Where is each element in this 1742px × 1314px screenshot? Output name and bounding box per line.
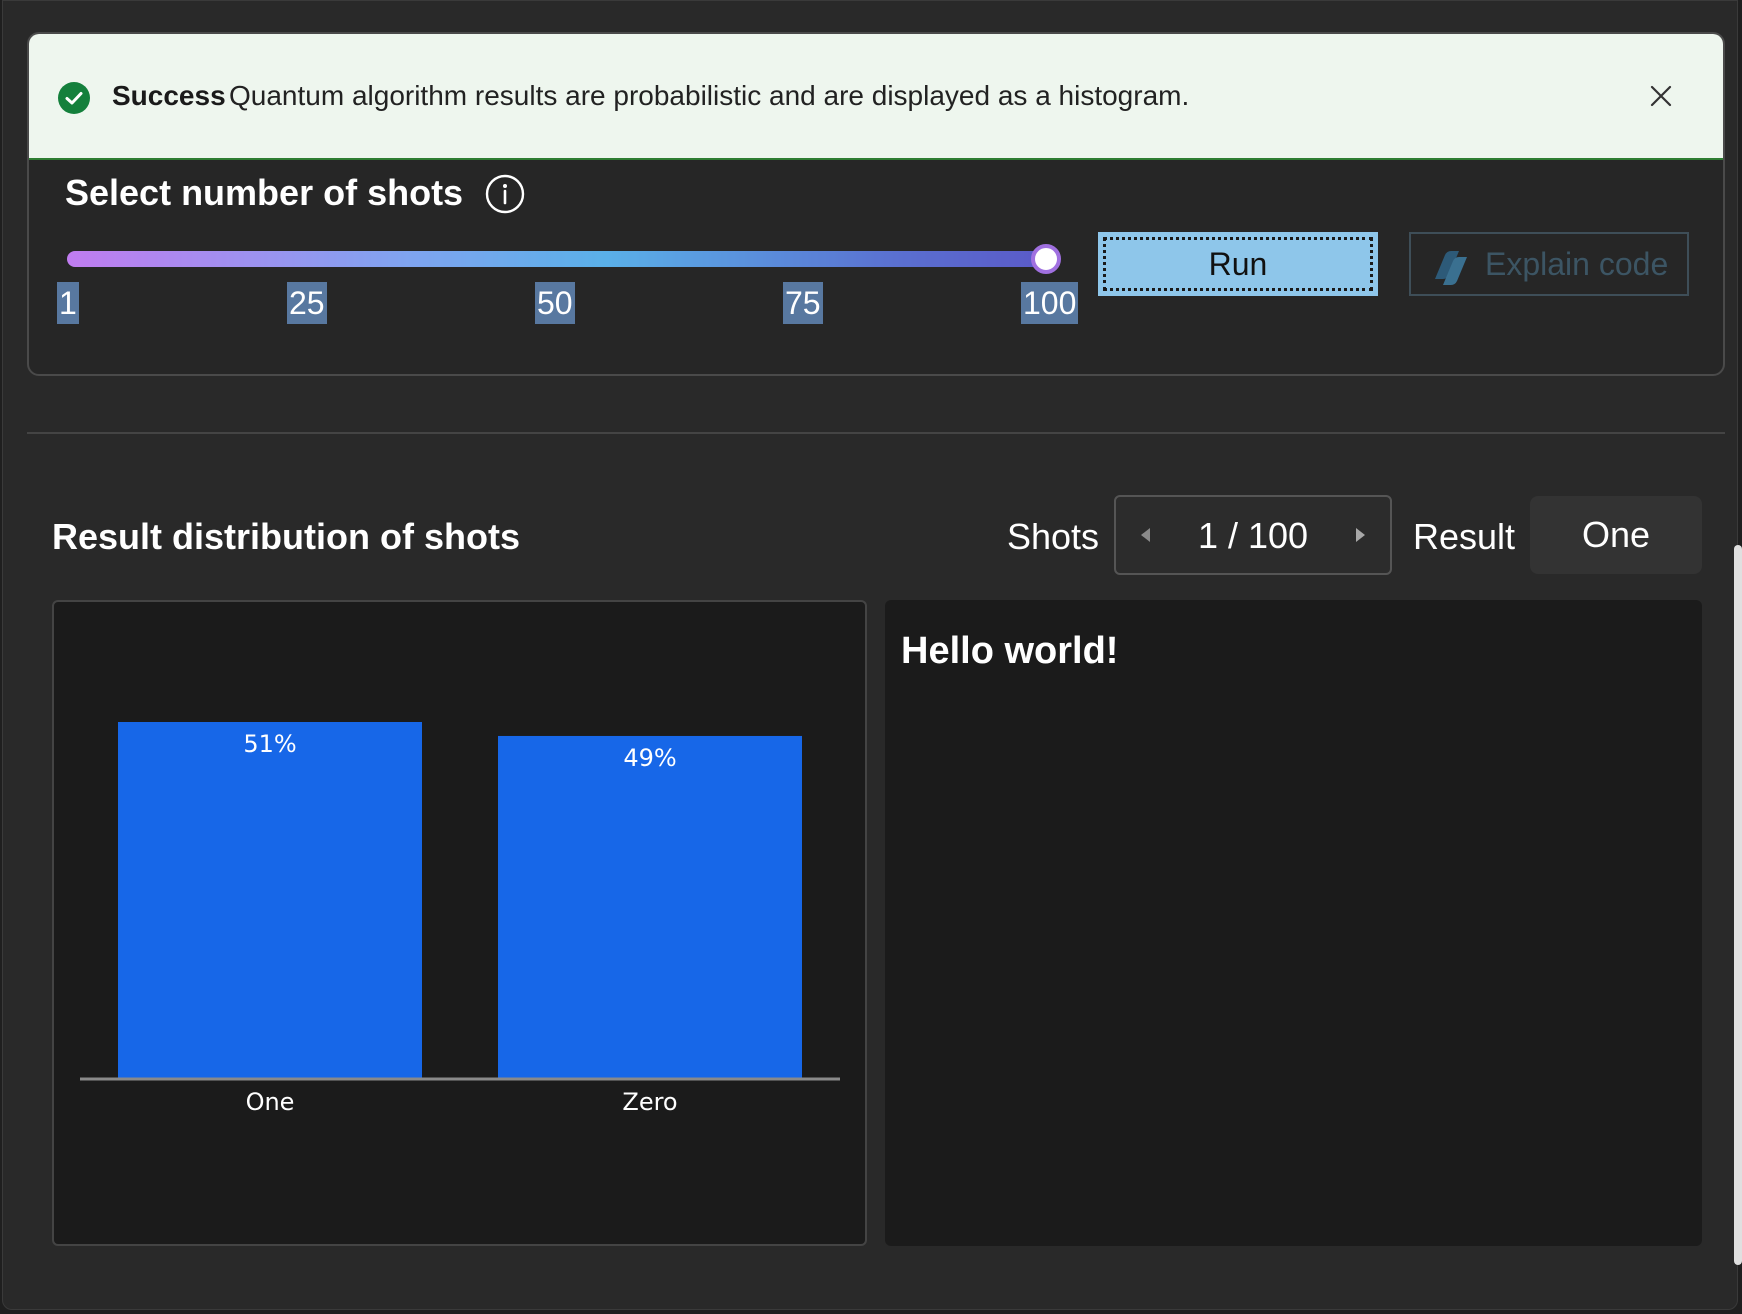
shots-slider-track[interactable] [67, 251, 1047, 267]
result-value[interactable]: One [1530, 496, 1702, 574]
bar-one [118, 722, 422, 1078]
slider-tick: 25 [287, 282, 327, 324]
shot-stepper: 1 / 100 [1114, 495, 1392, 575]
shots-card: Success Quantum algorithm results are pr… [27, 32, 1725, 376]
success-banner: Success Quantum algorithm results are pr… [29, 34, 1723, 160]
histogram-chart: 51% 49% One Zero [80, 722, 840, 1116]
copilot-icon [1429, 246, 1469, 285]
banner-title: Success [112, 80, 226, 111]
banner-message: Quantum algorithm results are probabilis… [229, 80, 1190, 111]
category-label: Zero [622, 1088, 677, 1116]
bar-zero [498, 735, 802, 1078]
next-shot-icon[interactable] [1348, 523, 1372, 547]
bar-value-label: 49% [623, 744, 676, 772]
slider-tick: 100 [1021, 282, 1079, 324]
slider-tick: 75 [783, 282, 823, 324]
scrollbar[interactable] [1734, 545, 1742, 1265]
shots-label: Shots [1007, 516, 1100, 557]
slider-tick: 1 [57, 282, 79, 324]
run-button[interactable]: Run [1098, 232, 1378, 296]
result-distribution-title: Result distribution of shots [52, 516, 520, 557]
slider-tick: 50 [535, 282, 575, 324]
section-divider [27, 432, 1725, 434]
histogram-panel: 51% 49% One Zero [52, 600, 867, 1246]
result-label: Result [1413, 516, 1516, 557]
bar-value-label: 51% [243, 730, 296, 758]
output-panel: Hello world! [885, 600, 1702, 1246]
category-label: One [246, 1088, 295, 1116]
info-icon[interactable] [485, 174, 525, 214]
shots-slider-thumb[interactable] [1031, 244, 1061, 274]
output-text: Hello world! [901, 630, 1119, 672]
close-icon[interactable] [1647, 82, 1675, 110]
explain-code-button[interactable]: Explain code [1409, 232, 1689, 296]
shots-title: Select number of shots [65, 172, 464, 213]
explain-code-label: Explain code [1485, 246, 1669, 282]
success-check-icon [58, 82, 90, 114]
